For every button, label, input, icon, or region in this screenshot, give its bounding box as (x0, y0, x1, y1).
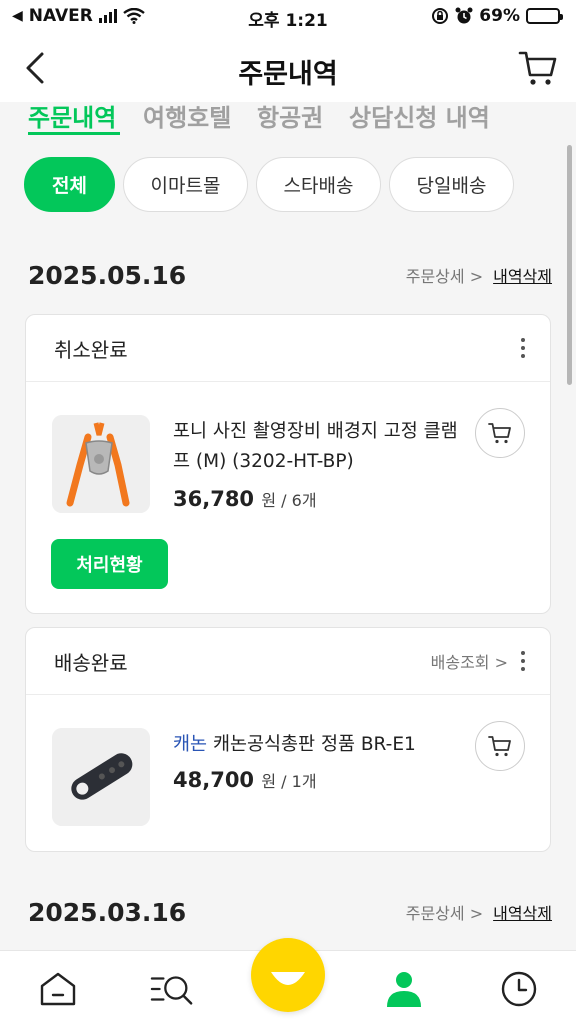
more-options-icon[interactable] (520, 651, 526, 671)
filter-same-day[interactable]: 당일배송 (389, 157, 514, 212)
product-thumbnail[interactable] (52, 728, 150, 826)
battery-icon (526, 8, 563, 24)
clock-icon (501, 971, 537, 1007)
order-date: 2025.03.16 (28, 897, 187, 927)
delete-history-link[interactable]: 내역삭제 (493, 900, 552, 924)
order-date-row: 2025.03.16 주문상세 > 내역삭제 (28, 894, 552, 930)
product-name[interactable]: 포니 사진 촬영장비 배경지 고정 클램프 (M) (3202-HT-BP) (173, 417, 463, 477)
product-price: 36,780 원 / 6개 (173, 487, 317, 511)
page-header: 주문내역 (0, 34, 576, 102)
price-unit: 원 / 1개 (261, 772, 317, 791)
filter-all[interactable]: 전체 (24, 157, 115, 212)
price-value: 48,700 (173, 768, 255, 792)
filter-chips: 전체 이마트몰 스타배송 당일배송 (24, 157, 514, 212)
tab-flight[interactable]: 항공권 (257, 102, 323, 133)
product-price: 48,700 원 / 1개 (173, 768, 317, 792)
clamp-product-image (52, 415, 150, 513)
order-card: 배송완료 배송조회 > 캐논 캐논공식총판 정품 BR-E1 48,700 원 … (25, 627, 551, 852)
order-links: 주문상세 > 내역삭제 (406, 900, 552, 924)
order-card-header: 취소완료 (26, 315, 550, 382)
filter-star-delivery[interactable]: 스타배송 (256, 157, 381, 212)
add-to-cart-button[interactable] (475, 408, 525, 458)
order-detail-link[interactable]: 주문상세 > (406, 900, 483, 924)
delete-history-link[interactable]: 내역삭제 (493, 263, 552, 287)
tab-consultation[interactable]: 상담신청 내역 (349, 102, 490, 133)
person-icon (387, 972, 421, 1007)
card-header-actions (520, 338, 526, 358)
battery-percent: 69% (479, 6, 520, 26)
remote-product-image (52, 728, 150, 826)
card-header-actions: 배송조회 > (431, 649, 526, 673)
rotation-lock-icon (432, 8, 449, 24)
smile-button[interactable] (251, 938, 325, 1012)
product-title: 캐논공식총판 정품 BR-E1 (212, 734, 416, 755)
home-icon (40, 972, 76, 1006)
filter-emart-mall[interactable]: 이마트몰 (123, 157, 248, 212)
process-status-button[interactable]: 처리현황 (51, 539, 168, 589)
price-value: 36,780 (173, 487, 255, 511)
order-status: 취소완료 (54, 337, 128, 362)
track-delivery-link[interactable]: 배송조회 > (431, 649, 508, 673)
cart-icon (488, 423, 511, 444)
order-date-row: 2025.05.16 주문상세 > 내역삭제 (28, 257, 552, 293)
order-status: 배송완료 (54, 650, 128, 675)
menu-search-icon (150, 976, 193, 1005)
order-card-header: 배송완료 배송조회 > (26, 628, 550, 695)
add-to-cart-button[interactable] (475, 721, 525, 771)
price-unit: 원 / 6개 (261, 491, 317, 510)
brand-link[interactable]: 캐논 (173, 734, 207, 755)
cart-icon (488, 736, 511, 757)
product-name[interactable]: 캐논 캐논공식총판 정품 BR-E1 (173, 730, 463, 760)
product-thumbnail[interactable] (52, 415, 150, 513)
status-bar-right: 69% (431, 6, 563, 26)
order-links: 주문상세 > 내역삭제 (406, 263, 552, 287)
page-title: 주문내역 (238, 59, 338, 90)
order-card: 취소완료 포니 사진 촬영장비 배경지 고정 클램프 (M) (3202-HT-… (25, 314, 551, 614)
active-tab-indicator (28, 132, 120, 135)
order-detail-link[interactable]: 주문상세 > (406, 263, 483, 287)
scrollbar[interactable] (567, 145, 572, 385)
alarm-icon (455, 7, 473, 24)
category-tabs: 주문내역 여행호텔 항공권 상담신청 내역 (0, 102, 576, 140)
nav-my-page[interactable] (382, 967, 426, 1011)
more-options-icon[interactable] (520, 338, 526, 358)
nav-home[interactable] (36, 967, 80, 1011)
order-date: 2025.05.16 (28, 260, 187, 290)
cart-icon[interactable] (518, 48, 558, 88)
nav-recent[interactable] (497, 967, 541, 1011)
tab-order-history[interactable]: 주문내역 (28, 102, 116, 133)
nav-menu-search[interactable] (150, 967, 194, 1011)
status-bar: ◀ NAVER 오후 1:21 69% (0, 0, 576, 34)
tab-travel-hotel[interactable]: 여행호텔 (143, 102, 231, 133)
smile-icon (271, 972, 305, 985)
